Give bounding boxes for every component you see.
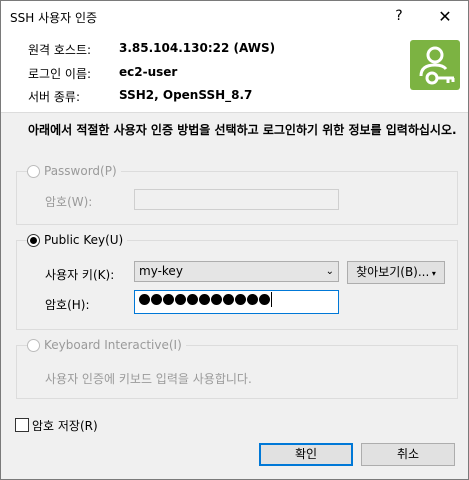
save-password-checkbox[interactable] bbox=[15, 418, 29, 432]
passphrase-input[interactable] bbox=[134, 290, 339, 314]
mask-dot bbox=[187, 294, 198, 305]
password-input[interactable] bbox=[134, 189, 339, 210]
userkey-label: 사용자 키(K): bbox=[45, 268, 115, 282]
text-caret bbox=[271, 292, 272, 307]
browse-button[interactable]: 찾아보기(B)... ▾ bbox=[347, 261, 445, 284]
pubkey-radio-icon bbox=[27, 233, 40, 247]
instruction-text: 아래에서 적절한 사용자 인증 방법을 선택하고 로그인하기 위한 정보를 입력… bbox=[28, 123, 457, 137]
pubkey-radio[interactable]: Public Key(U) bbox=[27, 233, 128, 247]
server-value: SSH2, OpenSSH_8.7 bbox=[119, 88, 253, 102]
userkey-value: my-key bbox=[139, 264, 183, 278]
mask-dot bbox=[247, 294, 258, 305]
password-radio-label: Password(P) bbox=[44, 164, 117, 178]
kbd-radio-icon bbox=[27, 338, 40, 352]
login-value: ec2-user bbox=[119, 65, 178, 79]
mask-dot bbox=[211, 294, 222, 305]
help-button[interactable]: ? bbox=[376, 1, 422, 32]
connection-info-panel: 원격 호스트: 3.85.104.130:22 (AWS) 로그인 이름: ec… bbox=[1, 32, 468, 113]
login-label: 로그인 이름: bbox=[28, 67, 92, 81]
ssh-auth-dialog: SSH 사용자 인증 ? ✕ 원격 호스트: 3.85.104.130:22 (… bbox=[0, 0, 469, 480]
password-radio[interactable]: Password(P) bbox=[27, 164, 121, 178]
userkey-select[interactable]: my-key ⌄ bbox=[134, 261, 339, 282]
mask-dot bbox=[223, 294, 234, 305]
passphrase-label: 암호(H): bbox=[45, 298, 90, 312]
save-password-label: 암호 저장(R) bbox=[32, 419, 98, 433]
pubkey-group bbox=[16, 240, 458, 330]
mask-dot bbox=[151, 294, 162, 305]
host-value: 3.85.104.130:22 (AWS) bbox=[119, 41, 276, 55]
chevron-down-icon: ⌄ bbox=[325, 266, 334, 277]
kbd-radio[interactable]: Keyboard Interactive(I) bbox=[27, 338, 186, 352]
passphrase-masked-value bbox=[139, 292, 272, 307]
password-label: 암호(W): bbox=[45, 195, 93, 209]
mask-dot bbox=[259, 294, 270, 305]
kbd-radio-label: Keyboard Interactive(I) bbox=[44, 338, 182, 352]
browse-label: 찾아보기(B)... bbox=[356, 265, 430, 279]
window-title: SSH 사용자 인증 bbox=[10, 11, 98, 25]
mask-dot bbox=[199, 294, 210, 305]
kbd-desc: 사용자 인증에 키보드 입력을 사용합니다. bbox=[45, 372, 252, 386]
close-button[interactable]: ✕ bbox=[422, 1, 468, 32]
host-label: 원격 호스트: bbox=[28, 43, 92, 57]
mask-dot bbox=[139, 294, 150, 305]
title-bar: SSH 사용자 인증 ? ✕ bbox=[1, 1, 468, 32]
cancel-button[interactable]: 취소 bbox=[361, 443, 455, 466]
user-key-logo-icon bbox=[410, 40, 460, 90]
mask-dot bbox=[235, 294, 246, 305]
pubkey-radio-label: Public Key(U) bbox=[44, 233, 124, 247]
ok-button[interactable]: 확인 bbox=[259, 443, 353, 466]
mask-dot bbox=[175, 294, 186, 305]
password-radio-icon bbox=[27, 164, 40, 178]
mask-dot bbox=[163, 294, 174, 305]
server-label: 서버 종류: bbox=[28, 90, 81, 104]
